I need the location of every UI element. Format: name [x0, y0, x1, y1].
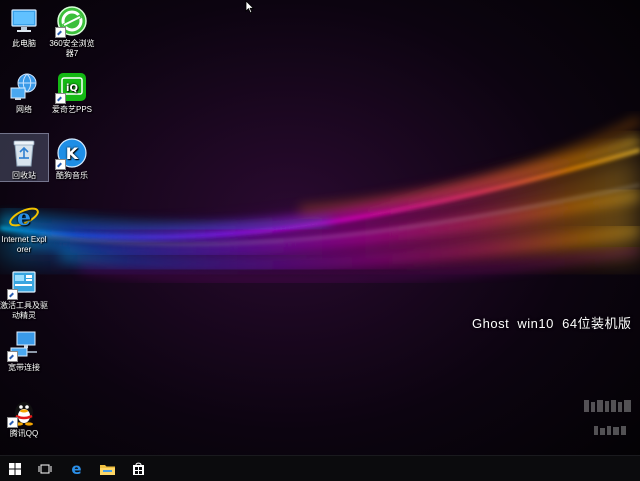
svg-text:e: e: [17, 205, 31, 231]
desktop-icon-recycle-bin[interactable]: 回收站: [0, 133, 49, 182]
task-view-icon: [38, 464, 52, 473]
desktop-icon-activation-tool[interactable]: 激活工具及驱动精灵: [0, 264, 48, 321]
desktop-icon-internet-explorer[interactable]: e Internet Explorer: [0, 198, 48, 255]
kugou-label: 酷狗音乐: [56, 171, 88, 180]
desktop-icon-broadband[interactable]: 宽带连接: [0, 326, 48, 373]
activation-tool-label: 激活工具及驱动精灵: [0, 301, 48, 320]
desktop-icon-qq[interactable]: 腾讯QQ: [0, 392, 48, 439]
qq-penguin-icon: [7, 394, 41, 428]
watermark-logo: [582, 398, 634, 438]
edge-icon: e: [71, 461, 81, 476]
internet-explorer-icon: e: [7, 200, 41, 234]
windows-logo-icon: [9, 462, 21, 475]
desktop-icon-360-browser[interactable]: 360安全浏览器7: [48, 2, 96, 59]
shortcut-arrow-icon: [7, 417, 18, 428]
shortcut-arrow-icon: [7, 351, 18, 362]
recycle-bin-icon: [7, 136, 41, 170]
store-button[interactable]: [123, 456, 153, 481]
svg-text:e: e: [71, 461, 81, 476]
shortcut-arrow-icon: [55, 27, 66, 38]
activation-tool-icon: [7, 266, 41, 300]
shortcut-arrow-icon: [55, 159, 66, 170]
folder-icon: [99, 464, 115, 475]
file-explorer-button[interactable]: [92, 456, 122, 481]
desktop-icon-this-pc[interactable]: 此电脑: [0, 2, 48, 49]
desktop-icon-kugou[interactable]: K 酷狗音乐: [48, 134, 96, 181]
browser-360-icon: [55, 4, 89, 38]
broadband-label: 宽带连接: [8, 363, 40, 372]
browser-360-label: 360安全浏览器7: [49, 39, 95, 58]
iqiyi-icon: iQ: [55, 70, 89, 104]
task-view-button[interactable]: [30, 456, 60, 481]
desktop-icon-iqiyi[interactable]: iQ 爱奇艺PPS: [48, 68, 96, 115]
shortcut-arrow-icon: [55, 93, 66, 104]
this-pc-label: 此电脑: [12, 39, 36, 48]
iqiyi-label: 爱奇艺PPS: [51, 105, 92, 114]
network-icon: [7, 70, 41, 104]
mouse-cursor-icon: [245, 0, 255, 19]
wallpaper-branding-text: Ghost win10 64位装机版: [472, 316, 632, 331]
start-button[interactable]: [0, 456, 30, 481]
taskbar: e: [0, 455, 640, 481]
broadband-connection-icon: [7, 328, 41, 362]
qq-label: 腾讯QQ: [9, 429, 39, 438]
edge-browser-button[interactable]: e: [61, 456, 91, 481]
svg-text:K: K: [66, 144, 79, 163]
internet-explorer-label: Internet Explorer: [1, 235, 47, 254]
shortcut-arrow-icon: [7, 289, 18, 300]
kugou-icon: K: [55, 136, 89, 170]
desktop-wallpaper: [0, 0, 640, 480]
computer-icon: [7, 4, 41, 38]
store-icon: [132, 462, 144, 475]
svg-text:iQ: iQ: [66, 83, 78, 94]
network-label: 网络: [16, 105, 32, 114]
desktop-icon-network[interactable]: 网络: [0, 68, 48, 115]
recycle-bin-label: 回收站: [12, 171, 36, 180]
